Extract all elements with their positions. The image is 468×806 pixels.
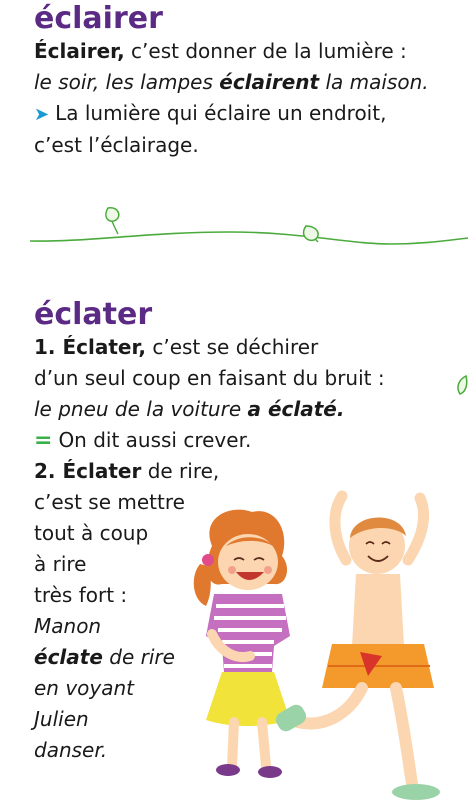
girl-figure xyxy=(193,509,290,778)
definition-text: c’est donner de la lumière : xyxy=(124,39,407,63)
leaf-icon xyxy=(302,225,319,242)
children-laughing-dancing-illustration xyxy=(193,490,440,800)
derived-line-2: c’est l’éclairage. xyxy=(34,133,199,157)
synonym-text: On dit aussi crever. xyxy=(58,428,252,452)
sense1-example: le pneu de la voiture a éclaté. xyxy=(34,394,468,425)
derived-text-1: La lumière qui éclaire un endroit, xyxy=(55,101,387,125)
headword-eclairer: éclairer xyxy=(34,1,163,36)
equals-icon: = xyxy=(34,428,53,453)
derived-line-1: ➤ La lumière qui éclaire un endroit, xyxy=(34,98,468,130)
sense2-term: 2. Éclater xyxy=(34,459,142,483)
arrow-right-icon: ➤ xyxy=(34,104,50,125)
example-line: le soir, les lampes éclairent la maison. xyxy=(34,67,468,98)
headword-eclater: éclater xyxy=(34,297,153,332)
sense1-term: 1. Éclater, xyxy=(34,335,146,359)
sense2-example-rest: de rire xyxy=(102,645,175,669)
example-keyword: éclairent xyxy=(219,70,320,94)
definition-line: Éclairer, c’est donner de la lumière : xyxy=(34,36,468,67)
boy-figure xyxy=(275,490,440,800)
sense1-text: c’est se déchirer xyxy=(146,335,319,359)
leaf-vine-divider xyxy=(30,207,468,245)
example-text-after: la maison. xyxy=(319,70,429,94)
entry-eclairer: éclairer Éclairer, c’est donner de la lu… xyxy=(34,2,468,161)
sense1-example-before: le pneu de la voiture xyxy=(34,397,248,421)
sense1-line2: d’un seul coup en faisant du bruit : xyxy=(34,366,385,390)
sense1-example-keyword: a éclaté. xyxy=(247,397,345,421)
sense2-example-keyword: éclate xyxy=(34,645,103,669)
example-text-before: le soir, les lampes xyxy=(34,70,220,94)
sense1-line1: 1. Éclater, c’est se déchirer xyxy=(34,332,468,363)
definition-term: Éclairer, xyxy=(34,39,125,63)
leaf-icon xyxy=(105,207,120,222)
synonym-line: = On dit aussi crever. xyxy=(34,425,468,456)
